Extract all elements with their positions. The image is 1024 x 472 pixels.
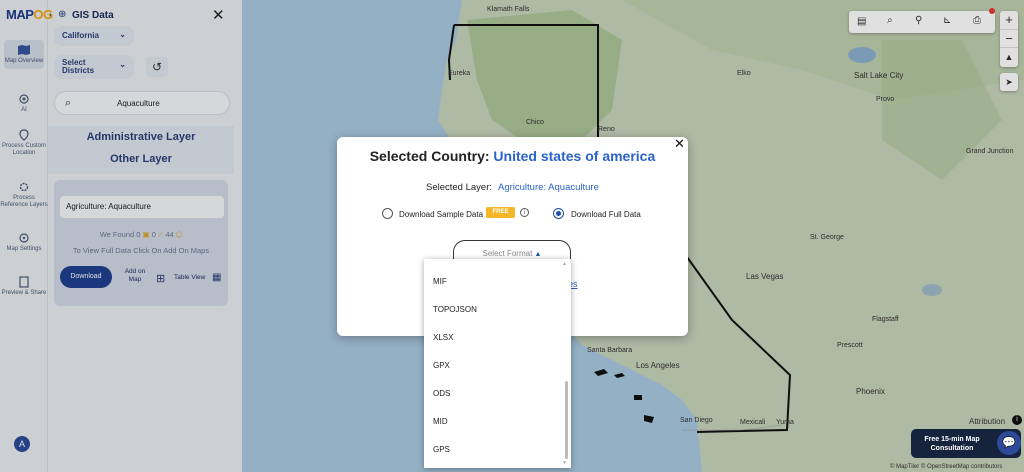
format-dropdown: ▲ MIF TOPOJSON XLSX GPX ODS MID GPS ▼	[424, 259, 571, 468]
consultation-button[interactable]: Free 15-min Map Consultation 💬	[911, 429, 1021, 458]
modal-title: Selected Country: United states of ameri…	[337, 148, 688, 164]
chat-icon[interactable]: 💬	[997, 431, 1021, 455]
layer-label: Selected Layer:	[426, 182, 493, 193]
dropdown-scrollbar[interactable]	[565, 381, 568, 459]
consult-line1: Free 15-min Map	[924, 436, 980, 443]
format-option[interactable]: XLSX	[433, 333, 453, 342]
caret-up-icon: ▲	[534, 251, 542, 258]
sample-data-radio[interactable]	[382, 208, 393, 219]
consult-line2: Consultation	[930, 445, 974, 452]
full-data-label[interactable]: Download Full Data	[571, 210, 641, 219]
sample-data-label[interactable]: Download Sample Data	[399, 210, 483, 219]
scroll-up-icon[interactable]: ▲	[562, 261, 567, 267]
format-option[interactable]: TOPOJSON	[433, 305, 477, 314]
format-placeholder: Select Format	[482, 249, 533, 258]
free-badge: FREE	[486, 207, 515, 218]
format-option[interactable]: MID	[433, 417, 448, 426]
layer-value: Agriculture: Aquaculture	[498, 182, 599, 193]
scroll-down-icon[interactable]: ▼	[562, 460, 567, 466]
country-name: United states of america	[493, 148, 656, 164]
full-data-radio[interactable]	[553, 208, 564, 219]
info-icon[interactable]: i	[520, 208, 529, 217]
format-option[interactable]: GPX	[433, 361, 450, 370]
format-option[interactable]: ODS	[433, 389, 450, 398]
format-option[interactable]: MIF	[433, 277, 447, 286]
title-prefix: Selected Country:	[369, 148, 490, 164]
format-option[interactable]: GPS	[433, 445, 450, 454]
